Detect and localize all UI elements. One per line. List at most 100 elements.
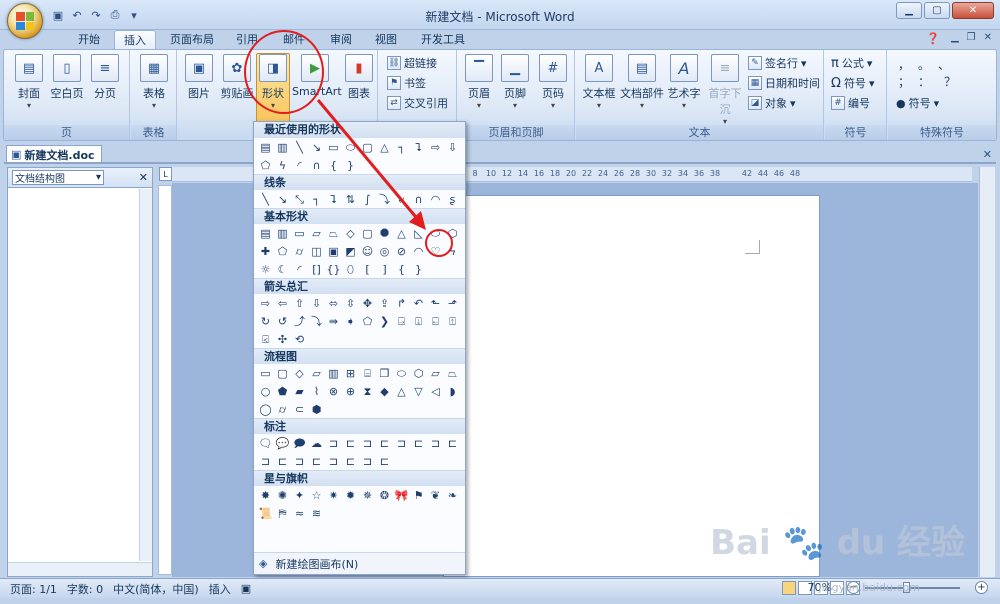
- curved-left-arrow-shape-icon[interactable]: ↺: [275, 314, 290, 329]
- display-shape-icon[interactable]: ⬢: [309, 402, 324, 417]
- pentagon-shape-icon[interactable]: ⬠: [258, 158, 273, 173]
- elbow-double-arrow-shape-icon[interactable]: ⇅: [343, 192, 358, 207]
- right-callout-arrow-shape-icon[interactable]: ⍈: [394, 314, 409, 329]
- hyperlink-button[interactable]: ⛓ 超链接: [387, 54, 437, 72]
- print-layout-icon[interactable]: [782, 581, 796, 595]
- object-button[interactable]: ◪ 对象 ▾: [748, 94, 796, 112]
- footer-button[interactable]: ▁ 页脚 ▾: [498, 54, 532, 110]
- vertical-ruler[interactable]: [158, 185, 172, 575]
- curved-connector-shape-icon[interactable]: ∫: [360, 192, 375, 207]
- tab-developer[interactable]: 开发工具: [412, 30, 474, 50]
- office-button[interactable]: [7, 3, 43, 39]
- left-bracket-shape-icon[interactable]: [: [360, 262, 375, 277]
- border-callout-5-shape-icon[interactable]: ⊐: [326, 454, 341, 469]
- left-brace-shape-icon[interactable]: {: [394, 262, 409, 277]
- signature-line-button[interactable]: ✎ 签名行 ▾: [748, 54, 807, 72]
- border-callout-8-shape-icon[interactable]: ⊏: [377, 454, 392, 469]
- manual-input-shape-icon[interactable]: ⏥: [428, 366, 443, 381]
- line-callout-3-shape-icon[interactable]: ⊐: [360, 436, 375, 451]
- close-button[interactable]: ✕: [952, 2, 994, 19]
- customize-qat-icon[interactable]: ▾: [126, 7, 142, 23]
- rounded-callout-shape-icon[interactable]: 💬: [275, 436, 290, 451]
- oval-shape-icon[interactable]: ⬭: [343, 140, 358, 155]
- explosion-shape-icon[interactable]: ✸: [258, 488, 273, 503]
- bevel-shape-icon[interactable]: ▣: [326, 244, 341, 259]
- print-preview-icon[interactable]: ⎙: [107, 7, 123, 23]
- symbol-button[interactable]: Ω 符号 ▾: [831, 74, 874, 92]
- curve-shape-icon[interactable]: ∩: [411, 192, 426, 207]
- line-shape-icon[interactable]: ╲: [258, 192, 273, 207]
- rectangle-shape-icon[interactable]: ▭: [292, 226, 307, 241]
- line-callout-6-shape-icon[interactable]: ⊏: [411, 436, 426, 451]
- navigation-pane-select[interactable]: 文档结构图 ▾: [12, 170, 104, 185]
- right-arrow-shape-icon[interactable]: ⇨: [258, 296, 273, 311]
- down-arrow-shape-icon[interactable]: ⇩: [309, 296, 324, 311]
- rounded-rectangle-shape-icon[interactable]: ▢: [360, 226, 375, 241]
- connector-shape-icon[interactable]: ○: [258, 384, 273, 399]
- up-down-arrow-shape-icon[interactable]: ⇳: [343, 296, 358, 311]
- special-symbols-grid[interactable]: ，。、；：？: [898, 56, 970, 90]
- header-button[interactable]: ▔ 页眉 ▾: [462, 54, 496, 110]
- document-tab[interactable]: ▣ 新建文档.doc: [6, 145, 102, 163]
- bookmark-button[interactable]: ⚑ 书签: [387, 74, 426, 92]
- striped-arrow-shape-icon[interactable]: ⇛: [326, 314, 341, 329]
- process-shape-icon[interactable]: ▭: [258, 366, 273, 381]
- smiley-shape-icon[interactable]: ☺: [360, 244, 375, 259]
- triangle-shape-icon[interactable]: △: [377, 140, 392, 155]
- pentagon-shape-icon[interactable]: ⬠: [275, 244, 290, 259]
- chevron-shape-icon[interactable]: ❯: [377, 314, 392, 329]
- elbow-connector-shape-icon[interactable]: ┐: [309, 192, 324, 207]
- status-words[interactable]: 字数: 0: [67, 581, 103, 597]
- down-callout-arrow-shape-icon[interactable]: ⍗: [411, 314, 426, 329]
- magnetic-disk-shape-icon[interactable]: ⌭: [275, 402, 290, 417]
- picture-button[interactable]: ▣ 图片: [182, 54, 216, 101]
- direct-storage-shape-icon[interactable]: ⊂: [292, 402, 307, 417]
- freeform-shape-icon[interactable]: ◠: [428, 192, 443, 207]
- stored-data-shape-icon[interactable]: ◁: [428, 384, 443, 399]
- off-page-connector-shape-icon[interactable]: ⬟: [275, 384, 290, 399]
- maximize-button[interactable]: ▢: [924, 2, 950, 19]
- right-brace-shape-icon[interactable]: }: [343, 158, 358, 173]
- right-arrow-shape-icon[interactable]: ⇨: [428, 140, 443, 155]
- bent-up-arrow-shape-icon[interactable]: ⬏: [445, 296, 460, 311]
- curved-up-ribbon-shape-icon[interactable]: ❦: [428, 488, 443, 503]
- summing-junction-shape-icon[interactable]: ⊗: [326, 384, 341, 399]
- down-ribbon-shape-icon[interactable]: ⚑: [411, 488, 426, 503]
- curved-up-arrow-shape-icon[interactable]: ⤴: [292, 314, 307, 329]
- diamond-shape-icon[interactable]: ◇: [343, 226, 358, 241]
- line-callout-8-shape-icon[interactable]: ⊏: [445, 436, 460, 451]
- vertical-scrollbar[interactable]: [979, 167, 995, 577]
- moon-shape-icon[interactable]: ☾: [275, 262, 290, 277]
- pane-vertical-scrollbar[interactable]: [139, 189, 152, 561]
- vertical-text-box-shape-icon[interactable]: ▥: [275, 226, 290, 241]
- scribble-shape-icon[interactable]: ʂ: [445, 192, 460, 207]
- no-symbol-shape-icon[interactable]: ⊘: [394, 244, 409, 259]
- folded-corner-shape-icon[interactable]: ◩: [343, 244, 358, 259]
- cross-shape-icon[interactable]: ✚: [258, 244, 273, 259]
- tab-stop-selector[interactable]: L: [159, 167, 172, 181]
- donut-shape-icon[interactable]: ◎: [377, 244, 392, 259]
- numbering-button[interactable]: # 编号: [831, 94, 870, 112]
- line-callout-2-shape-icon[interactable]: ⊏: [343, 436, 358, 451]
- can-shape-icon[interactable]: ⌭: [292, 244, 307, 259]
- internal-storage-shape-icon[interactable]: ⊞: [343, 366, 358, 381]
- save-icon[interactable]: ▣: [50, 7, 66, 23]
- four-point-star-shape-icon[interactable]: ✦: [292, 488, 307, 503]
- twenty-four-point-star-shape-icon[interactable]: ✵: [360, 488, 375, 503]
- rounded-rectangle-shape-icon[interactable]: ▢: [360, 140, 375, 155]
- alternate-process-shape-icon[interactable]: ▢: [275, 366, 290, 381]
- plaque-shape-icon[interactable]: ⬯: [343, 262, 358, 277]
- arc-shape-icon[interactable]: ◜: [292, 262, 307, 277]
- cover-page-button[interactable]: ▤ 封面 ▾: [12, 54, 46, 110]
- document-tab-close-icon[interactable]: ✕: [983, 148, 992, 161]
- elbow-connector-shape-icon[interactable]: ┐: [394, 140, 409, 155]
- line-callout-7-shape-icon[interactable]: ⊐: [428, 436, 443, 451]
- cube-shape-icon[interactable]: ◫: [309, 244, 324, 259]
- zoom-in-icon[interactable]: +: [975, 581, 988, 594]
- merge-shape-icon[interactable]: ▽: [411, 384, 426, 399]
- left-right-callout-shape-icon[interactable]: ⍃: [258, 332, 273, 347]
- double-arrow-shape-icon[interactable]: ⤡: [292, 192, 307, 207]
- curved-down-ribbon-shape-icon[interactable]: ❧: [445, 488, 460, 503]
- left-up-arrow-shape-icon[interactable]: ⬑: [428, 296, 443, 311]
- oval-callout-shape-icon[interactable]: 🗩: [292, 436, 307, 451]
